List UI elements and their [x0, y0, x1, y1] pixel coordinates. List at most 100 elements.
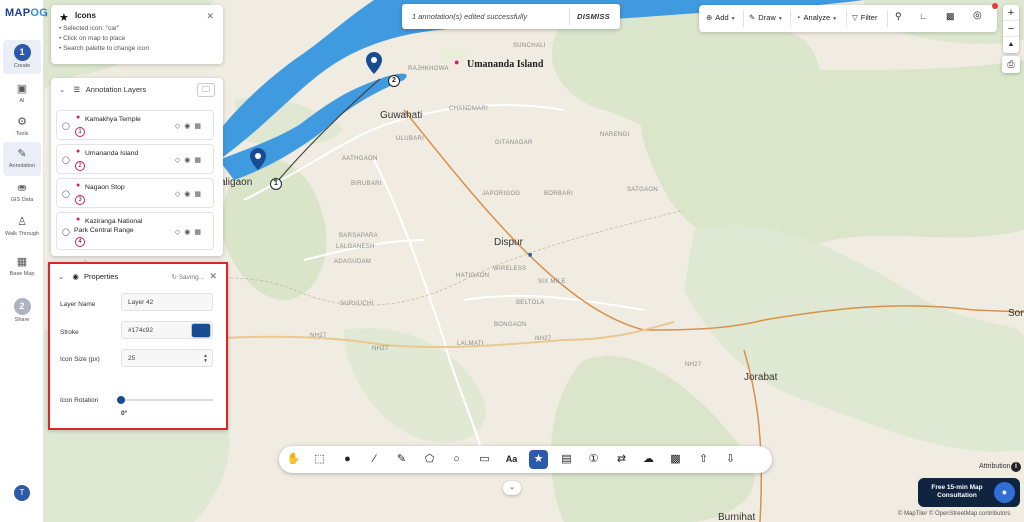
image-icon[interactable]: ▤: [557, 450, 576, 469]
filter-button[interactable]: ▽ Filter: [852, 13, 877, 22]
sidebar-item-label: Walk Through: [5, 231, 39, 237]
map-pin-icon[interactable]: [366, 52, 382, 74]
info-icon[interactable]: i: [1011, 462, 1021, 472]
trash-icon[interactable]: ▦: [194, 229, 205, 236]
marker-icon[interactable]: ●: [338, 450, 357, 469]
place-borbari: BORBARI: [544, 191, 574, 197]
chevron-down-icon[interactable]: ⌄: [58, 272, 64, 281]
sidebar-expand-icon[interactable]: ›: [45, 10, 48, 19]
sidebar-item-share[interactable]: 2 Share: [3, 294, 41, 328]
saving-status: ↻ Saving...: [171, 274, 204, 281]
print-icon[interactable]: ⎙: [1002, 56, 1020, 73]
icon-rotation-slider[interactable]: [121, 399, 213, 401]
success-toast: 1 annotation(s) edited successfully DISM…: [402, 4, 620, 29]
gear-icon: ⚙: [17, 116, 27, 128]
sidebar-item-ai[interactable]: ▣ AI: [3, 77, 41, 111]
text-icon[interactable]: Aa: [502, 450, 521, 469]
sidebar-item-walk-through[interactable]: ♙ Walk Through: [3, 210, 41, 246]
map-copyright: © MapTiler © OpenStreetMap contributors: [898, 511, 1011, 517]
building-icon[interactable]: ▩: [666, 450, 685, 469]
analyze-icon: ◔: [796, 13, 801, 22]
road-label-nh27: NH27: [535, 336, 552, 342]
eye-icon[interactable]: ◉: [184, 229, 194, 236]
toast-divider: [569, 8, 570, 25]
properties-header[interactable]: ⌄ ◉ Properties: [58, 272, 118, 281]
close-icon[interactable]: ✕: [209, 271, 217, 282]
sidebar-item-label: Tools: [15, 131, 29, 137]
search-icon[interactable]: ⚲: [895, 11, 902, 22]
polygon-icon[interactable]: ⬠: [420, 450, 439, 469]
draw-button[interactable]: ✎ Draw ▼: [749, 13, 783, 22]
pen-icon[interactable]: ✎: [392, 450, 411, 469]
lock-icon[interactable]: ◯: [62, 190, 70, 198]
star-icon[interactable]: ★: [529, 450, 548, 469]
locate-icon[interactable]: ◎: [973, 10, 982, 21]
folder-icon[interactable]: 🗀: [197, 83, 215, 97]
upload-icon[interactable]: ⇧: [694, 450, 713, 469]
sidebar-item-tools[interactable]: ⚙ Tools: [3, 110, 41, 144]
close-icon[interactable]: ✕: [206, 11, 214, 22]
hand-icon[interactable]: ✋: [284, 450, 303, 469]
download-icon[interactable]: ⇩: [721, 450, 740, 469]
edit-icon[interactable]: ◇: [175, 157, 184, 164]
edit-icon[interactable]: ◇: [175, 191, 184, 198]
analyze-button[interactable]: ◔ Analyze ▼: [796, 13, 837, 22]
compass-icon[interactable]: ▲: [1003, 37, 1019, 53]
layers-panel-header[interactable]: ⌄ ☰ Annotation Layers: [59, 85, 146, 94]
edit-icon[interactable]: ◇: [175, 123, 184, 130]
step-badge: 1: [13, 44, 31, 61]
destination-pin-icon[interactable]: ●: [454, 57, 459, 67]
select-icon[interactable]: ⬚: [310, 450, 329, 469]
chat-icon[interactable]: ●: [994, 482, 1015, 503]
trash-icon[interactable]: ▦: [194, 157, 205, 164]
chevron-down-icon[interactable]: ⌄: [59, 85, 65, 94]
collapse-toolbar-button[interactable]: ⌄: [503, 481, 521, 495]
map-pin-icon[interactable]: [250, 148, 266, 170]
temple-pin-icon[interactable]: ▲: [272, 176, 279, 183]
route-stop-2-marker[interactable]: 2: [388, 75, 400, 87]
avatar[interactable]: T: [14, 485, 30, 501]
app-logo[interactable]: MAPOG: [5, 7, 48, 19]
route-icon[interactable]: ⇄: [612, 450, 631, 469]
circle-icon[interactable]: ○: [447, 450, 466, 469]
dismiss-button[interactable]: DISMISS: [577, 12, 610, 21]
trash-icon[interactable]: ▦: [194, 191, 205, 198]
sidebar-item-gis-data[interactable]: ⛂ GIS Data: [3, 176, 41, 210]
zoom-out-button[interactable]: −: [1003, 21, 1019, 37]
stroke-color-swatch[interactable]: [191, 323, 211, 338]
place-umananda-island: Umananda Island: [467, 59, 544, 70]
icon-size-stepper[interactable]: 25 ▲ ▼: [121, 349, 213, 367]
lock-icon[interactable]: ◯: [62, 228, 70, 236]
car-icon[interactable]: ■: [528, 252, 532, 259]
eye-icon[interactable]: ◉: [184, 191, 194, 198]
lock-icon[interactable]: ◯: [62, 156, 70, 164]
eye-icon[interactable]: ◉: [184, 157, 194, 164]
sidebar-item-base-map[interactable]: ▦ Base Map: [3, 250, 41, 284]
layer-row[interactable]: ◯ ● Nagaon Stop 3 ◇◉▦: [56, 178, 214, 208]
lock-icon[interactable]: ◯: [62, 122, 70, 130]
layer-row[interactable]: ◯ ● Umananda Island 2 ◇◉▦: [56, 144, 214, 174]
add-button[interactable]: ⊕ Add ▼: [706, 13, 736, 22]
pin-icon: ●: [76, 114, 81, 121]
stepper-arrows-icon[interactable]: ▲ ▼: [203, 354, 208, 364]
layer-row[interactable]: ◯ ● Kamakhya Temple 1 ◇◉▦: [56, 110, 214, 140]
trash-icon[interactable]: ▦: [194, 123, 205, 130]
eye-icon[interactable]: ◉: [184, 123, 194, 130]
sidebar-item-annotation[interactable]: ✎ Annotation: [3, 142, 41, 176]
line-icon[interactable]: ∕: [365, 450, 384, 469]
number-marker-icon[interactable]: ①: [584, 450, 603, 469]
layer-name-input[interactable]: Layer 42: [121, 293, 213, 311]
layer-row[interactable]: ◯ ● Kaziranga National Park Central Rang…: [56, 212, 214, 250]
place-barsapara: BARSAPARA: [339, 233, 378, 239]
zoom-in-button[interactable]: +: [1003, 5, 1019, 21]
attribution-label[interactable]: Attribution: [979, 463, 1011, 470]
consultation-button[interactable]: Free 15-min Map Consultation ●: [918, 478, 1020, 507]
sidebar-item-create[interactable]: 1 Create: [3, 40, 41, 74]
vr-headset-icon[interactable]: ▩: [946, 11, 955, 22]
layers-panel-title: Annotation Layers: [85, 85, 147, 94]
icon-rotation-slider-handle[interactable]: [117, 396, 125, 404]
measure-icon[interactable]: ∟: [919, 11, 928, 21]
freehand-shape-icon[interactable]: ☁: [639, 450, 658, 469]
rectangle-icon[interactable]: ▭: [475, 450, 494, 469]
edit-icon[interactable]: ◇: [175, 229, 184, 236]
